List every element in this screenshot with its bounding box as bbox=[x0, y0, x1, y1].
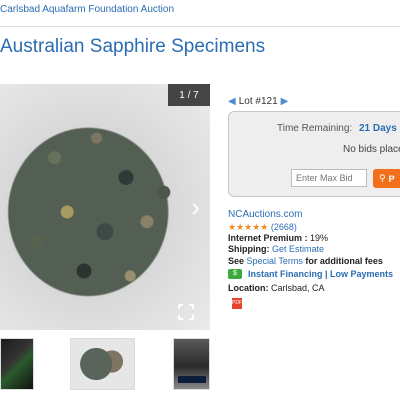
premium-value: 19% bbox=[310, 233, 329, 243]
place-bid-button[interactable]: ⚲ P bbox=[373, 169, 400, 188]
lot-navigation: ◀ Lot #121 ▶ bbox=[228, 96, 288, 107]
expand-icon[interactable] bbox=[178, 304, 194, 320]
main-lot-image[interactable]: 1 / 7 › bbox=[0, 84, 210, 330]
header-divider bbox=[0, 26, 400, 27]
financing-row[interactable]: $ Instant Financing | Low Payments bbox=[228, 269, 393, 279]
scale-display bbox=[178, 376, 206, 383]
thumbnail-1[interactable] bbox=[0, 338, 34, 390]
image-counter: 1 / 7 bbox=[168, 84, 210, 106]
rating-count[interactable]: (2668) bbox=[271, 222, 297, 232]
arrow-left-icon[interactable]: ◀ bbox=[228, 96, 236, 107]
time-remaining-label: Time Remaining: bbox=[277, 123, 353, 134]
terms-row: See Special Terms for additional fees bbox=[228, 256, 383, 266]
rating-stars: ★★★★★ bbox=[228, 222, 269, 232]
shipping-label: Shipping: bbox=[228, 244, 270, 254]
bid-panel: Time Remaining: 21 Days 20 No bids place… bbox=[228, 111, 400, 197]
financing-icon: $ bbox=[228, 269, 242, 279]
internet-premium: Internet Premium : 19% bbox=[228, 233, 328, 243]
chevron-right-icon[interactable]: › bbox=[191, 194, 200, 220]
time-remaining-value: 21 Days 20 bbox=[359, 123, 400, 134]
breadcrumb[interactable]: Carlsbad Aquafarm Foundation Auction bbox=[0, 4, 400, 15]
arrow-right-icon[interactable]: ▶ bbox=[281, 96, 289, 107]
special-terms-link[interactable]: Special Terms bbox=[247, 256, 303, 266]
max-bid-input[interactable] bbox=[291, 169, 367, 187]
pdf-icon[interactable]: PDF bbox=[232, 298, 242, 309]
place-bid-label: P bbox=[388, 173, 395, 184]
seller-name-link[interactable]: NCAuctions.com bbox=[228, 209, 302, 220]
terms-suffix: for additional fees bbox=[305, 256, 383, 266]
thumbnail-3[interactable] bbox=[173, 338, 210, 390]
location-value: Carlsbad, CA bbox=[271, 283, 325, 293]
terms-prefix: See bbox=[228, 256, 245, 266]
get-estimate-link[interactable]: Get Estimate bbox=[272, 244, 324, 254]
time-remaining: Time Remaining: 21 Days 20 bbox=[277, 123, 400, 134]
bids-status: No bids placed bbox=[343, 144, 400, 155]
location-label: Location: bbox=[228, 283, 269, 293]
seller-rating[interactable]: ★★★★★ (2668) bbox=[228, 222, 297, 233]
thumbnail-2[interactable] bbox=[70, 338, 135, 390]
lot-number: Lot #121 bbox=[238, 96, 278, 107]
gavel-icon: ⚲ bbox=[379, 173, 386, 183]
shipping-row: Shipping: Get Estimate bbox=[228, 244, 324, 254]
financing-link[interactable]: Instant Financing | Low Payments bbox=[248, 269, 393, 279]
page-title: Australian Sapphire Specimens bbox=[0, 36, 266, 57]
premium-label: Internet Premium : bbox=[228, 233, 308, 243]
location-row: Location: Carlsbad, CA bbox=[228, 283, 325, 293]
